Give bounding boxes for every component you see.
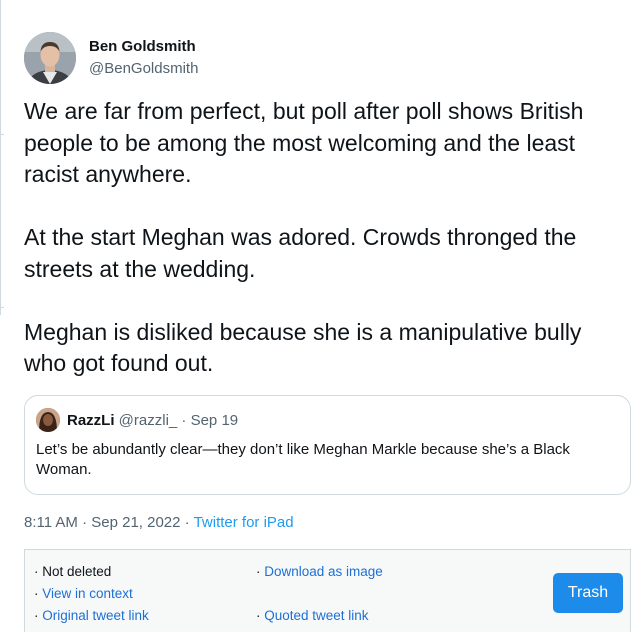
bullet: · (34, 564, 43, 579)
quoted-author-avatar (36, 408, 60, 432)
left-thread-tick (0, 307, 4, 308)
tweet-timestamp[interactable]: 8:11 AM · Sep 21, 2022 (24, 514, 181, 531)
view-in-context-item: · View in context (34, 586, 133, 601)
bullet: · (34, 608, 43, 623)
bullet: · (34, 586, 43, 601)
tweet-timestamp-row: 8:11 AM · Sep 21, 2022 · Twitter for iPa… (24, 514, 294, 531)
original-tweet-item: · Original tweet link (34, 608, 149, 623)
bullet: · (256, 564, 265, 579)
bullet: · (256, 608, 265, 623)
quoted-author-meta: @razzli_ · Sep 19 (114, 412, 239, 429)
download-item: · Download as image (256, 564, 383, 579)
author-name[interactable]: Ben Goldsmith (89, 38, 196, 55)
original-tweet-link[interactable]: Original tweet link (42, 608, 149, 623)
trash-button[interactable]: Trash (553, 573, 623, 613)
tweet-text: We are far from perfect, but poll after … (24, 96, 624, 380)
quoted-author-photo-icon (36, 408, 60, 432)
author-handle[interactable]: @BenGoldsmith (89, 60, 198, 77)
status-item: · Not deleted (34, 564, 111, 579)
tweet-source-link[interactable]: Twitter for iPad (194, 514, 294, 531)
left-thread-tick (0, 134, 4, 135)
quoted-tweet-header: RazzLi @razzli_ · Sep 19 (67, 412, 238, 429)
quoted-tweet-text: Let’s be abundantly clear—they don’t lik… (36, 441, 570, 478)
quoted-author-name: RazzLi (67, 412, 115, 429)
author-photo-icon (24, 32, 76, 84)
download-as-image-link[interactable]: Download as image (264, 564, 383, 579)
quoted-tweet-card[interactable]: RazzLi @razzli_ · Sep 19 Let’s be abunda… (24, 395, 631, 495)
tweet-paragraph: Meghan is disliked because she is a mani… (24, 318, 582, 377)
separator-dot: · (180, 514, 194, 531)
author-avatar[interactable] (24, 32, 76, 84)
view-in-context-link[interactable]: View in context (42, 586, 133, 601)
quoted-tweet-item: · Quoted tweet link (256, 608, 369, 623)
tweet-paragraph: We are far from perfect, but poll after … (24, 98, 584, 187)
deleted-status: Not deleted (42, 564, 112, 579)
tweet-paragraph: At the start Meghan was adored. Crowds t… (24, 224, 577, 282)
left-thread-line (0, 0, 1, 315)
archive-actions-panel: · Not deleted · View in context · Origin… (24, 549, 631, 632)
quoted-tweet-link[interactable]: Quoted tweet link (264, 608, 368, 623)
